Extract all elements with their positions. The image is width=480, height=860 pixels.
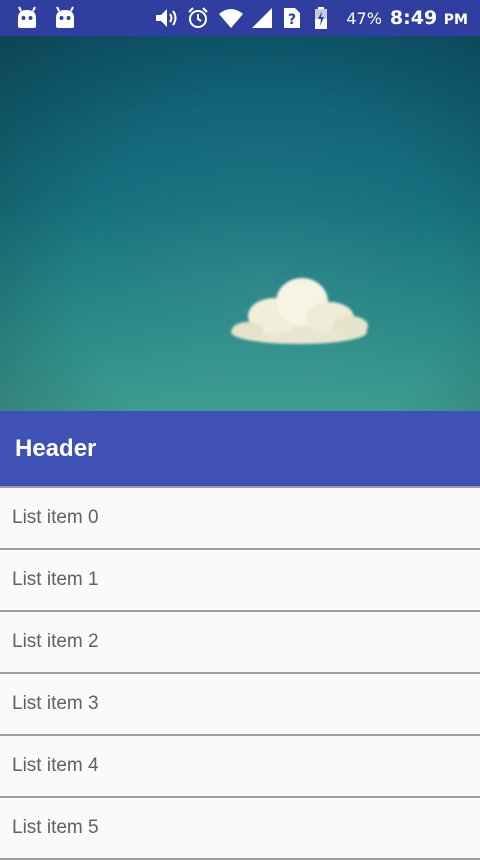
clock-ampm: PM	[443, 12, 468, 28]
list-item[interactable]: List item 4	[0, 736, 480, 798]
battery-percent: 47%	[346, 8, 382, 28]
cloud-icon	[231, 278, 368, 344]
list-item[interactable]: List item 5	[0, 798, 480, 860]
wifi-icon	[218, 6, 244, 30]
unknown-sim-icon: ?	[282, 6, 306, 30]
list-item-label: List item 5	[12, 817, 99, 838]
header-bar: Header	[0, 411, 480, 486]
header-image	[0, 36, 480, 411]
android-icon	[14, 6, 40, 30]
image-vignette	[0, 36, 480, 411]
battery-charging-icon	[314, 6, 338, 30]
header-title: Header	[15, 434, 97, 462]
list-item-label: List item 3	[12, 693, 99, 714]
svg-text:?: ?	[288, 12, 296, 28]
clock-time: 8:49	[389, 7, 438, 29]
list-item-label: List item 1	[12, 569, 99, 590]
clock: 8:49 PM	[390, 7, 468, 29]
list-item[interactable]: List item 2	[0, 612, 480, 674]
signal-icon	[250, 6, 274, 30]
volume-icon	[154, 6, 178, 30]
list-item[interactable]: List item 3	[0, 674, 480, 736]
list: List item 0 List item 1 List item 2 List…	[0, 486, 480, 860]
alarm-icon	[186, 6, 210, 30]
list-item-label: List item 0	[12, 507, 99, 528]
list-item-label: List item 4	[12, 755, 99, 776]
list-item[interactable]: List item 1	[0, 550, 480, 612]
list-item[interactable]: List item 0	[0, 488, 480, 550]
android-icon	[52, 6, 78, 30]
list-item-label: List item 2	[12, 631, 99, 652]
status-bar: ? 47% 8:49 PM	[0, 0, 480, 36]
